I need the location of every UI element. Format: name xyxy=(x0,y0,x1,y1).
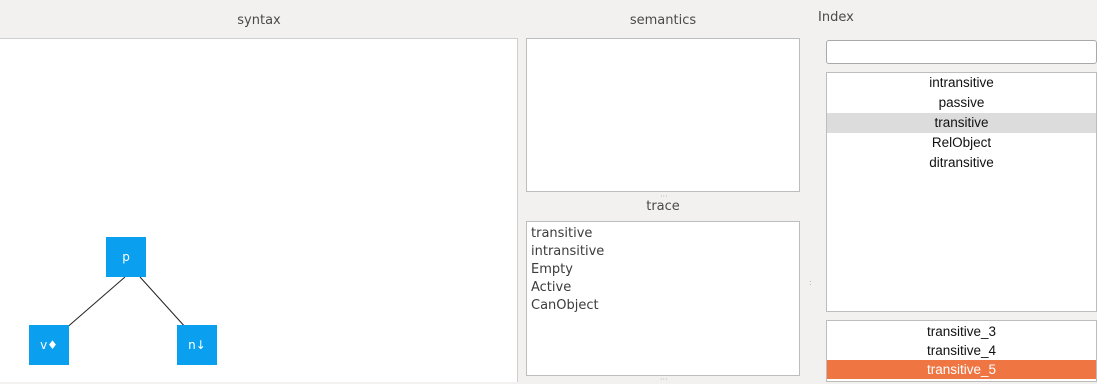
tree-node-right[interactable]: n↓ xyxy=(177,325,217,365)
trace-item-empty[interactable]: Empty xyxy=(527,261,799,279)
index-search-input[interactable] xyxy=(826,40,1097,64)
tree-node-root-label: p xyxy=(122,250,130,264)
index-item-relobject[interactable]: RelObject xyxy=(827,133,1096,153)
tree-node-left[interactable]: v♦ xyxy=(29,325,69,365)
index-list[interactable]: intransitive passive transitive RelObjec… xyxy=(826,72,1097,312)
index-item-ditransitive[interactable]: ditransitive xyxy=(827,153,1096,173)
trace-item-intransitive[interactable]: intransitive xyxy=(527,243,799,261)
index-item-transitive-selected[interactable]: transitive xyxy=(827,113,1096,133)
trace-item-active[interactable]: Active xyxy=(527,279,799,297)
tree-node-left-label: v♦ xyxy=(40,338,58,352)
trace-item-canobject[interactable]: CanObject xyxy=(527,297,799,315)
result-item-transitive-4[interactable]: transitive_4 xyxy=(827,341,1096,360)
semantics-title: semantics xyxy=(629,13,697,28)
tree-node-right-label: n↓ xyxy=(188,338,206,352)
syntax-canvas[interactable]: p v♦ n↓ xyxy=(0,38,518,382)
syntax-title: syntax xyxy=(237,13,281,28)
index-item-intransitive[interactable]: intransitive xyxy=(827,73,1096,93)
index-splitter-grip[interactable]: : xyxy=(809,279,812,287)
syntax-header: syntax xyxy=(0,9,518,37)
trace-item-transitive[interactable]: transitive xyxy=(527,225,799,243)
trace-bottom-grip[interactable]: ··· xyxy=(660,376,668,384)
index-title: Index xyxy=(818,10,854,25)
trace-list[interactable]: transitive intransitive Empty Active Can… xyxy=(526,221,800,376)
semantics-panel[interactable] xyxy=(526,38,800,192)
trace-title: trace xyxy=(646,199,680,214)
tree-edges xyxy=(48,276,197,344)
result-item-transitive-3[interactable]: transitive_3 xyxy=(827,322,1096,341)
result-item-transitive-5-active[interactable]: transitive_5 xyxy=(827,360,1096,379)
index-item-passive[interactable]: passive xyxy=(827,93,1096,113)
semantics-header: semantics xyxy=(526,9,800,37)
tree-node-root[interactable]: p xyxy=(106,237,146,277)
results-list[interactable]: transitive_3 transitive_4 transitive_5 xyxy=(826,320,1097,382)
trace-header: trace xyxy=(526,195,800,219)
